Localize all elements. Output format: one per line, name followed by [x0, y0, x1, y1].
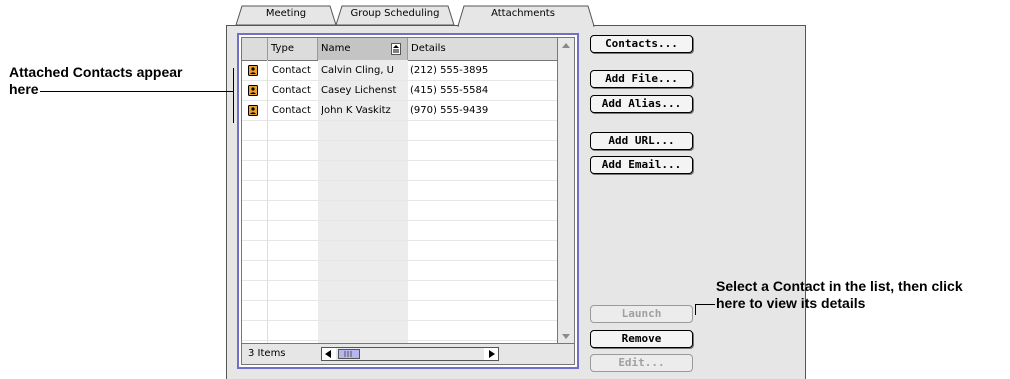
- row-name: Casey Lichenst: [321, 85, 397, 96]
- tab-attachments[interactable]: Attachments: [454, 4, 604, 27]
- right-annotation-line2: here to view its details: [716, 295, 866, 311]
- row-details: (415) 555-5584: [410, 85, 489, 96]
- row-type: Contact: [272, 65, 311, 76]
- table-row[interactable]: Contact Calvin Cling, U (212) 555-3895: [242, 61, 559, 81]
- attachments-list[interactable]: Type Name Details Contact Calvin Cling, …: [237, 33, 579, 369]
- empty-row: [242, 321, 559, 341]
- tab-group-scheduling[interactable]: Group Scheduling: [330, 4, 460, 26]
- launch-button[interactable]: Launch: [590, 305, 693, 323]
- scroll-thumb[interactable]: [338, 349, 360, 359]
- empty-row: [242, 161, 559, 181]
- tab-group-scheduling-label: Group Scheduling: [350, 8, 440, 19]
- scroll-right-icon[interactable]: [487, 349, 497, 359]
- scroll-down-icon[interactable]: [558, 328, 574, 344]
- row-type: Contact: [272, 105, 311, 116]
- empty-row: [242, 261, 559, 281]
- row-details: (212) 555-3895: [410, 65, 489, 76]
- table-row[interactable]: Contact Casey Lichenst (415) 555-5584: [242, 81, 559, 101]
- tab-meeting-label: Meeting: [265, 8, 307, 19]
- scroll-up-icon[interactable]: [558, 38, 574, 54]
- add-file-button[interactable]: Add File...: [590, 70, 693, 88]
- left-annotation-line2: here: [9, 81, 39, 97]
- tab-attachments-label: Attachments: [491, 8, 555, 19]
- right-annotation: Select a Contact in the list, then click…: [716, 278, 963, 312]
- right-annotation-line1: Select a Contact in the list, then click: [716, 278, 963, 294]
- right-callout-bracket: [695, 305, 696, 315]
- add-url-button[interactable]: Add URL...: [590, 132, 693, 150]
- vertical-scrollbar[interactable]: [557, 38, 574, 344]
- left-annotation: Attached Contacts appear here: [9, 64, 182, 98]
- row-name: John K Vaskitz: [321, 105, 391, 116]
- header-type[interactable]: Type: [268, 38, 318, 60]
- left-callout-bracket: [233, 68, 234, 123]
- empty-row: [242, 241, 559, 261]
- empty-row: [242, 181, 559, 201]
- add-alias-button[interactable]: Add Alias...: [590, 95, 693, 113]
- remove-button[interactable]: Remove: [590, 330, 693, 348]
- contact-card-icon: [248, 65, 258, 76]
- empty-row: [242, 221, 559, 241]
- empty-row: [242, 281, 559, 301]
- row-name: Calvin Cling, U: [321, 65, 395, 76]
- tab-meeting[interactable]: Meeting: [230, 4, 342, 26]
- edit-button[interactable]: Edit...: [590, 354, 693, 372]
- list-footer: 3 Items: [242, 343, 574, 364]
- contact-card-icon: [248, 105, 258, 116]
- scroll-left-icon[interactable]: [323, 349, 333, 359]
- row-type: Contact: [272, 85, 311, 96]
- items-count: 3 Items: [248, 348, 286, 359]
- header-details[interactable]: Details: [408, 38, 559, 60]
- contact-card-icon: [248, 85, 258, 96]
- sort-direction-icon[interactable]: [391, 43, 401, 55]
- left-annotation-line1: Attached Contacts appear: [9, 64, 183, 80]
- add-email-button[interactable]: Add Email...: [590, 156, 693, 174]
- header-type-label: Type: [271, 43, 294, 54]
- left-callout-line: [40, 91, 233, 92]
- header-name-label: Name: [321, 43, 351, 54]
- table-row[interactable]: Contact John K Vaskitz (970) 555-9439: [242, 101, 559, 121]
- horizontal-scrollbar[interactable]: [321, 347, 499, 361]
- row-details: (970) 555-9439: [410, 105, 489, 116]
- contacts-button[interactable]: Contacts...: [590, 35, 693, 53]
- empty-row: [242, 121, 559, 141]
- empty-row: [242, 201, 559, 221]
- header-details-label: Details: [411, 43, 446, 54]
- tab-bar: Meeting Group Scheduling Attachments: [226, 4, 806, 27]
- empty-row: [242, 301, 559, 321]
- header-icon-column[interactable]: [242, 38, 268, 60]
- empty-row: [242, 141, 559, 161]
- right-callout-line: [695, 304, 715, 305]
- list-header: Type Name Details: [242, 38, 559, 61]
- header-name[interactable]: Name: [318, 38, 408, 60]
